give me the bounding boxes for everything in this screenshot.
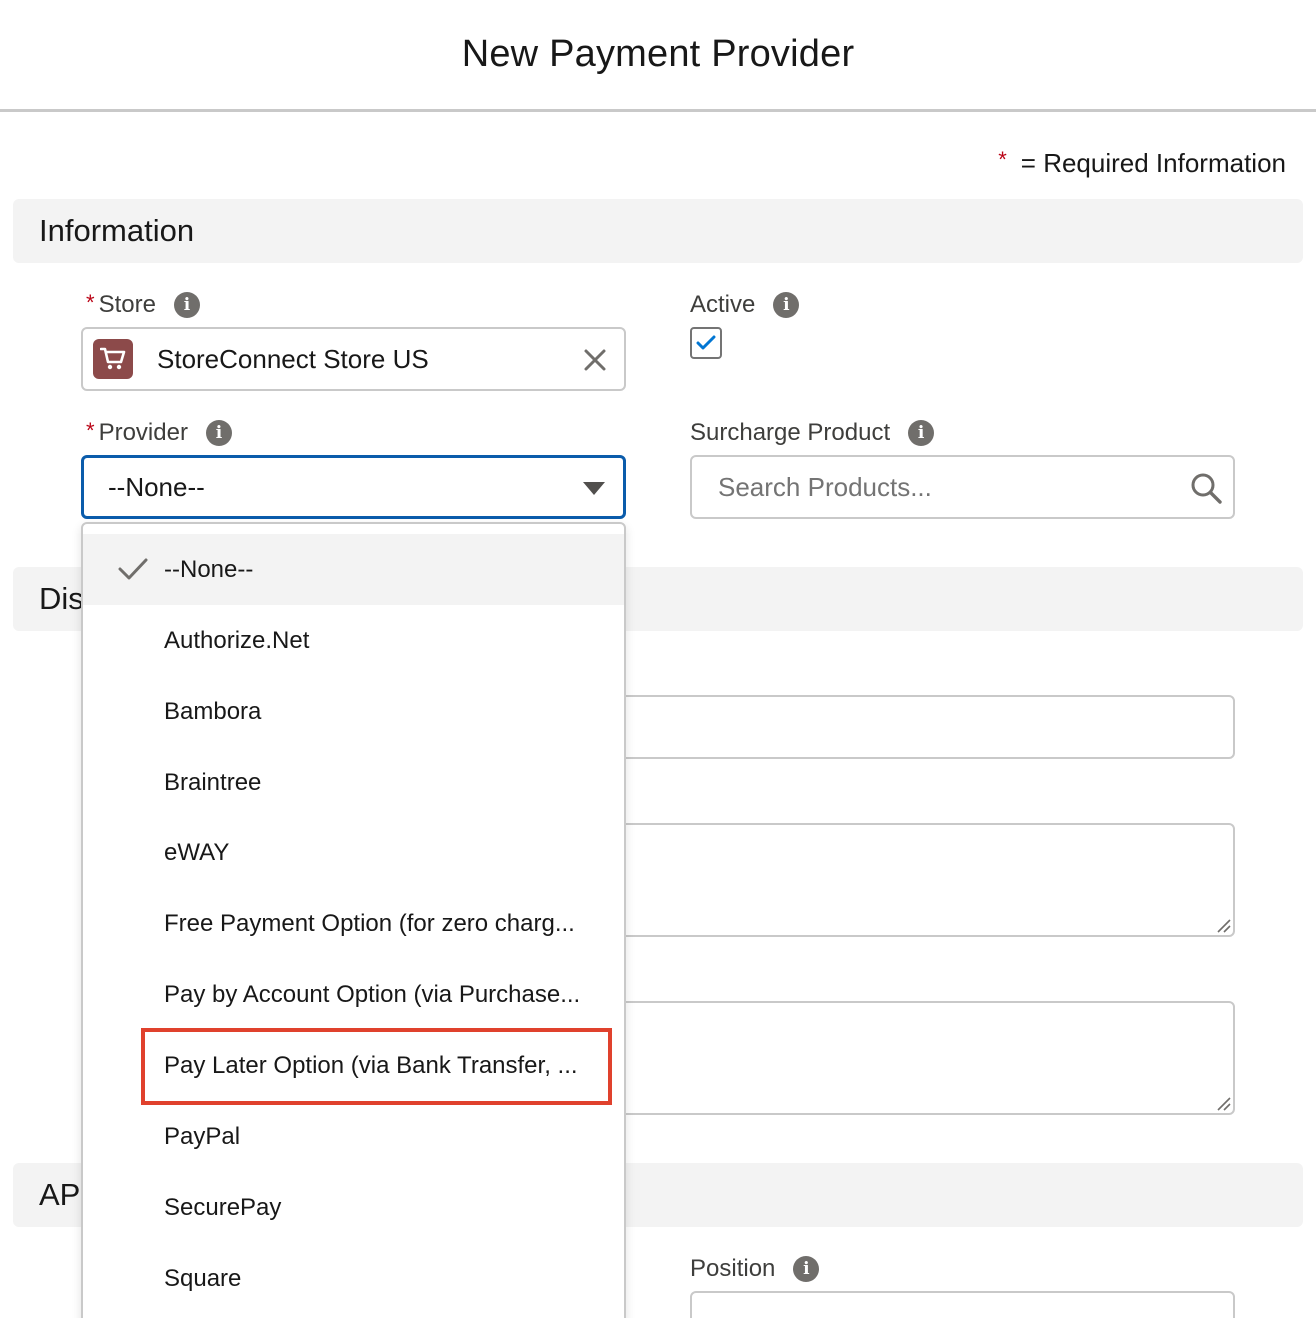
provider-option-label: PayPal [164,1122,241,1150]
position-label: Position i [690,1255,820,1283]
provider-option[interactable]: Free Payment Option (for zero charg... [83,888,624,959]
section-title-display: Dis [39,581,84,616]
provider-option-label: SecurePay [164,1193,282,1221]
required-info-note: * = Required Information [998,146,1286,179]
surcharge-product-label: Surcharge Product i [690,419,935,447]
modal-header: New Payment Provider [0,0,1316,112]
provider-option[interactable]: SecurePay [83,1172,624,1243]
info-icon[interactable]: i [173,292,200,318]
provider-option-label: Pay by Account Option (via Purchase... [164,980,581,1008]
position-input[interactable] [690,1291,1235,1318]
provider-selected-value: --None-- [108,471,205,502]
check-icon [696,335,716,350]
resize-handle-icon[interactable] [1215,1095,1231,1111]
store-label: * Store i [86,290,200,319]
required-info-text: = Required Information [1020,148,1286,178]
provider-option-label: Authorize.Net [164,626,310,654]
provider-label-text: Provider [98,419,188,446]
provider-option[interactable]: Bambora [83,676,624,747]
provider-option[interactable]: eWAY [83,817,624,888]
provider-label: * Provider i [86,418,232,447]
provider-option[interactable]: Authorize.Net [83,605,624,676]
surcharge-product-placeholder: Search Products... [718,471,932,502]
textarea-field[interactable] [600,823,1235,937]
provider-option[interactable]: PayPal [83,1101,624,1172]
close-icon[interactable] [582,347,608,373]
info-icon[interactable]: i [793,1256,820,1282]
position-label-text: Position [690,1255,776,1282]
provider-option-label: eWAY [164,838,230,866]
surcharge-product-label-text: Surcharge Product [690,419,891,446]
active-label-text: Active [690,291,756,318]
store-lookup-field[interactable]: StoreConnect Store US [81,327,626,391]
provider-option[interactable]: Braintree [83,747,624,818]
provider-option-label: --None-- [164,555,254,583]
info-icon[interactable]: i [205,420,232,446]
required-marker: * [86,290,95,315]
highlight-annotation [141,1028,612,1105]
chevron-down-icon [583,482,605,495]
provider-option-label: Bambora [164,697,262,725]
required-star: * [998,146,1007,172]
section-information[interactable]: Information [13,199,1303,263]
section-title-api: AP [39,1177,81,1212]
store-label-text: Store [98,291,156,318]
textarea-field[interactable] [600,1001,1235,1115]
provider-option-label: Free Payment Option (for zero charg... [164,909,575,937]
provider-option[interactable]: --None-- [83,534,624,605]
resize-handle-icon[interactable] [1215,917,1231,933]
active-checkbox[interactable] [690,327,722,359]
check-icon [118,558,148,580]
section-title-information: Information [39,213,195,248]
search-icon[interactable] [1189,471,1223,505]
store-value: StoreConnect Store US [157,343,429,374]
active-label: Active i [690,291,800,319]
required-marker: * [86,418,95,443]
provider-dropdown-list[interactable]: --None-- Authorize.Net Bambora Braintree… [81,522,626,1318]
cart-icon [93,339,133,379]
info-icon[interactable]: i [773,292,800,318]
provider-option[interactable]: Square [83,1243,624,1314]
provider-combobox[interactable]: --None-- [81,455,626,519]
info-icon[interactable]: i [908,420,935,446]
text-input-field[interactable] [600,695,1235,759]
modal-title: New Payment Provider [461,33,855,75]
provider-option-label: Square [164,1264,242,1292]
surcharge-product-search-input[interactable]: Search Products... [690,455,1235,519]
provider-option-label: Braintree [164,768,262,796]
provider-option[interactable]: Pay by Account Option (via Purchase... [83,959,624,1030]
